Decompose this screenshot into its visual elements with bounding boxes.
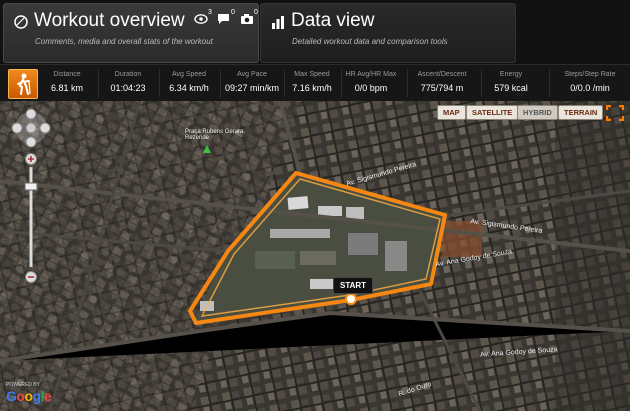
map-imagery bbox=[0, 101, 630, 411]
stat-label: Distance bbox=[53, 71, 81, 78]
eye-icon bbox=[194, 14, 208, 24]
map-type-satellite-button[interactable]: SATELLITE bbox=[466, 105, 519, 120]
pan-center-button bbox=[25, 122, 37, 134]
stat-label: Ascent/Descent bbox=[417, 71, 467, 78]
map-type-hybrid-button[interactable]: HYBRID bbox=[517, 105, 558, 120]
views-counter[interactable]: 3 bbox=[194, 9, 214, 29]
stat-ascent-descent: Ascent/Descent 775/794 m bbox=[411, 71, 473, 93]
photos-counter[interactable]: 0 bbox=[240, 9, 260, 29]
stat-steps: Steps/Step Rate 0/0.0 /min bbox=[558, 71, 622, 93]
google-logo: POWERED BY Google bbox=[6, 382, 52, 404]
stat-distance: Distance 6.81 km bbox=[42, 71, 92, 93]
stat-value: 775/794 m bbox=[420, 83, 464, 93]
photos-count: 0 bbox=[254, 9, 258, 16]
fullscreen-icon[interactable] bbox=[606, 105, 624, 121]
stat-label: Duration bbox=[114, 71, 142, 78]
pan-up-button bbox=[25, 108, 37, 120]
start-label: START bbox=[333, 277, 374, 294]
zoom-slider-handle bbox=[24, 182, 38, 191]
stat-value: 7.16 km/h bbox=[292, 83, 332, 93]
stat-avg-pace: Avg Pace 09:27 min/km bbox=[223, 71, 281, 93]
stat-value: 0/0 bpm bbox=[354, 83, 388, 93]
views-count: 3 bbox=[208, 9, 212, 16]
speech-bubble-icon bbox=[218, 14, 229, 24]
stat-value: 579 kcal bbox=[494, 83, 528, 93]
tab-bar: Workout overview Comments, media and ove… bbox=[0, 0, 630, 64]
stat-label: Max Speed bbox=[294, 71, 330, 78]
tab-workout-overview[interactable]: Workout overview Comments, media and ove… bbox=[3, 3, 259, 63]
tab-data-title: Data view bbox=[291, 10, 375, 31]
stat-label: Energy bbox=[499, 71, 523, 78]
comments-count: 0 bbox=[231, 9, 235, 16]
place-label: Praça Rubens Gerara Rezende bbox=[185, 129, 244, 141]
hiker-icon bbox=[8, 69, 38, 99]
map-type-map-button[interactable]: MAP bbox=[437, 105, 466, 120]
comments-counter[interactable]: 0 bbox=[217, 9, 237, 29]
satellite-map[interactable]: Praça Rubens Gerara Rezende Av. Sigismun… bbox=[0, 101, 630, 411]
pan-down-button bbox=[25, 136, 37, 148]
tab-workout-subtitle: Comments, media and overall stats of the… bbox=[35, 37, 213, 46]
tab-data-view[interactable]: Data view Detailed workout data and comp… bbox=[260, 3, 516, 63]
stat-value: 6.34 km/h bbox=[169, 83, 209, 93]
stat-value: 0/0.0 /min bbox=[570, 83, 610, 93]
map-type-terrain-button[interactable]: TERRAIN bbox=[558, 105, 604, 120]
tab-workout-title: Workout overview bbox=[34, 10, 185, 31]
pan-left-button bbox=[11, 122, 23, 134]
ring-icon bbox=[14, 15, 28, 29]
pan-control[interactable] bbox=[8, 105, 54, 151]
stat-value: 6.81 km bbox=[50, 83, 83, 93]
stat-label: Avg Speed bbox=[171, 71, 207, 78]
stat-max-speed: Max Speed 7.16 km/h bbox=[287, 71, 337, 93]
bar-chart-icon bbox=[272, 16, 284, 29]
stat-value: 01:04:23 bbox=[110, 83, 146, 93]
stat-label: HR Avg/HR Max bbox=[345, 71, 397, 78]
stats-bar: Distance 6.81 km Duration 01:04:23 Avg S… bbox=[0, 64, 630, 102]
stat-avg-speed: Avg Speed 6.34 km/h bbox=[163, 71, 215, 93]
zoom-control[interactable] bbox=[23, 153, 39, 283]
google-wordmark: Google bbox=[6, 388, 52, 404]
stat-hr: HR Avg/HR Max 0/0 bpm bbox=[342, 71, 400, 93]
tab-data-subtitle: Detailed workout data and comparison too… bbox=[292, 37, 448, 46]
stat-label: Steps/Step Rate bbox=[564, 71, 616, 78]
pan-right-button bbox=[39, 122, 51, 134]
stat-label: Avg Pace bbox=[237, 71, 267, 78]
stat-value: 09:27 min/km bbox=[224, 83, 280, 93]
stat-energy: Energy 579 kcal bbox=[486, 71, 536, 93]
stat-duration: Duration 01:04:23 bbox=[102, 71, 154, 93]
camera-icon bbox=[241, 14, 253, 24]
